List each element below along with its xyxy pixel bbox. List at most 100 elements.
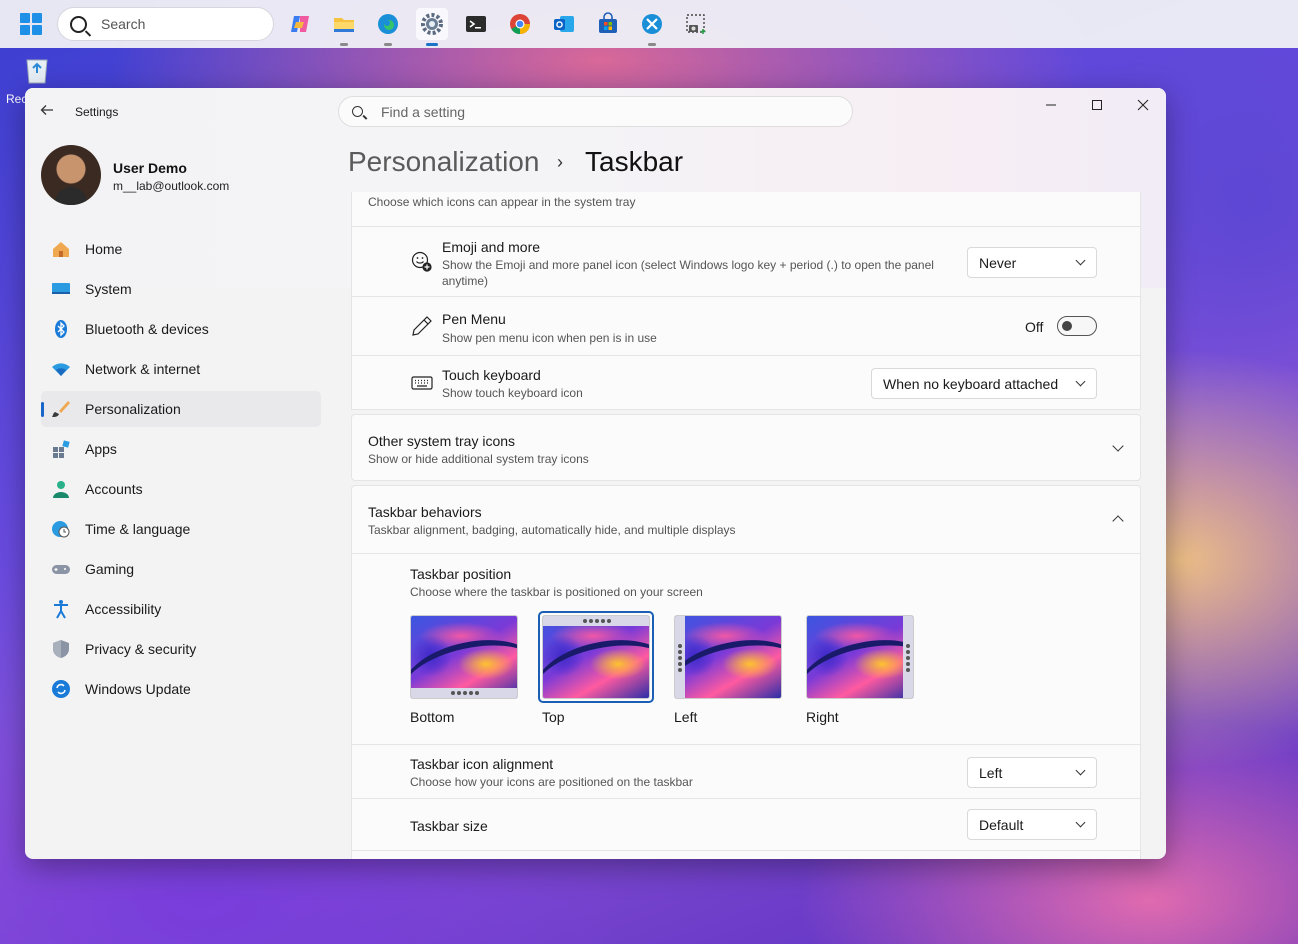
taskbar-app-settings[interactable]	[416, 8, 448, 46]
system-icon	[51, 279, 71, 299]
terminal-icon	[466, 16, 486, 32]
apps-icon	[51, 439, 71, 459]
shield-icon	[51, 639, 71, 659]
sidebar-item-apps[interactable]: Apps	[41, 431, 321, 467]
back-arrow-icon[interactable]	[39, 102, 55, 123]
position-title: Taskbar position	[410, 566, 512, 582]
sidebar-item-home[interactable]: Home	[41, 231, 321, 267]
position-label-left: Left	[674, 709, 698, 725]
snapshot-icon	[686, 14, 706, 34]
wifi-icon	[51, 359, 71, 379]
find-setting-search[interactable]: Find a setting	[338, 96, 853, 127]
taskbar-app-copilot[interactable]	[284, 8, 316, 40]
taskbar-search[interactable]: Search	[57, 7, 274, 41]
other-tray-icons-expander[interactable]: Other system tray icons Show or hide add…	[351, 414, 1141, 481]
taskbar-app-store[interactable]	[592, 8, 624, 40]
windows-logo-icon	[20, 13, 30, 23]
accounts-icon	[51, 479, 71, 499]
accessibility-icon	[51, 599, 71, 619]
other-tray-subtitle: Show or hide additional system tray icon…	[368, 452, 589, 466]
taskbar-position-section: Taskbar position Choose where the taskba…	[351, 553, 1141, 745]
chevron-down-icon	[1112, 440, 1124, 452]
chevron-down-icon	[1075, 255, 1086, 266]
brush-icon	[51, 399, 71, 419]
user-name: User Demo	[113, 160, 187, 176]
chevron-down-icon	[1075, 765, 1086, 776]
settings-content: Choose which icons can appear in the sys…	[351, 192, 1141, 859]
taskbar-app-snapshot[interactable]	[680, 8, 712, 40]
sidebar-item-gaming[interactable]: Gaming	[41, 551, 321, 587]
home-icon	[51, 239, 71, 259]
sidebar-item-system[interactable]: System	[41, 271, 321, 307]
position-label-right: Right	[806, 709, 839, 725]
system-tray-subtitle: Choose which icons can appear in the sys…	[368, 195, 636, 209]
taskbar-app-snipping[interactable]	[636, 8, 668, 46]
snipping-tool-icon	[642, 14, 662, 34]
emoji-title: Emoji and more	[442, 239, 541, 255]
touch-keyboard-title: Touch keyboard	[442, 367, 541, 383]
position-option-right[interactable]	[806, 615, 914, 699]
pen-menu-row: Pen Menu Show pen menu icon when pen is …	[351, 296, 1141, 356]
breadcrumb-parent[interactable]: Personalization	[348, 146, 539, 178]
taskbar-app-edge[interactable]	[372, 8, 404, 46]
emoji-row: Emoji and more Show the Emoji and more p…	[351, 226, 1141, 297]
sidebar-item-privacy[interactable]: Privacy & security	[41, 631, 321, 667]
alignment-dropdown[interactable]: Left	[967, 757, 1097, 788]
chrome-icon	[510, 14, 530, 35]
globe-clock-icon	[51, 519, 71, 539]
emoji-dropdown[interactable]: Never	[967, 247, 1097, 278]
keyboard-icon	[411, 372, 433, 394]
copilot-icon	[291, 16, 309, 32]
chevron-down-icon	[1075, 376, 1086, 387]
taskbar-size-row: Taskbar size Default	[351, 798, 1141, 851]
window-title: Settings	[75, 105, 119, 119]
position-option-top[interactable]	[542, 615, 650, 699]
sidebar-item-personalization[interactable]: Personalization	[41, 391, 321, 427]
taskbar-app-file-explorer[interactable]	[328, 8, 360, 46]
next-row-partial	[351, 850, 1141, 859]
outlook-icon	[554, 16, 574, 32]
pen-menu-subtitle: Show pen menu icon when pen is in use	[442, 331, 657, 345]
sidebar-item-windows-update[interactable]: Windows Update	[41, 671, 321, 707]
avatar[interactable]	[41, 145, 101, 205]
sidebar-item-network[interactable]: Network & internet	[41, 351, 321, 387]
position-option-bottom[interactable]	[410, 615, 518, 699]
icon-alignment-row: Taskbar icon alignment Choose how your i…	[351, 744, 1141, 799]
other-tray-title: Other system tray icons	[368, 433, 516, 449]
chevron-down-icon	[1075, 817, 1086, 828]
touch-keyboard-dropdown[interactable]: When no keyboard attached	[871, 368, 1097, 399]
minimize-icon	[1046, 104, 1056, 106]
emoji-icon	[411, 251, 433, 273]
sidebar-item-bluetooth[interactable]: Bluetooth & devices	[41, 311, 321, 347]
size-dropdown[interactable]: Default	[967, 809, 1097, 840]
taskbar-app-terminal[interactable]	[460, 8, 492, 40]
maximize-button[interactable]	[1074, 94, 1120, 116]
search-icon	[70, 15, 87, 33]
position-option-left[interactable]	[674, 615, 782, 699]
taskbar-app-outlook[interactable]	[548, 8, 580, 40]
update-icon	[51, 679, 71, 699]
taskbar-app-chrome[interactable]	[504, 8, 536, 40]
minimize-button[interactable]	[1028, 94, 1074, 116]
close-button[interactable]	[1120, 94, 1166, 116]
system-tray-icons-header[interactable]: Choose which icons can appear in the sys…	[351, 192, 1141, 227]
sidebar-item-accessibility[interactable]: Accessibility	[41, 591, 321, 627]
taskbar: Search	[0, 0, 1298, 48]
sidebar-item-accounts[interactable]: Accounts	[41, 471, 321, 507]
file-explorer-icon	[334, 18, 354, 32]
bluetooth-icon	[51, 319, 71, 339]
position-label-bottom: Bottom	[410, 709, 455, 725]
taskbar-behaviors-expander[interactable]: Taskbar behaviors Taskbar alignment, bad…	[351, 485, 1141, 554]
recycle-bin-icon[interactable]	[24, 56, 50, 84]
gamepad-icon	[51, 559, 71, 579]
touch-keyboard-subtitle: Show touch keyboard icon	[442, 386, 583, 400]
emoji-subtitle: Show the Emoji and more panel icon (sele…	[442, 258, 934, 272]
pen-menu-toggle[interactable]	[1057, 316, 1097, 336]
breadcrumb-separator: ›	[557, 152, 563, 172]
emoji-subtitle-cont: anytime)	[442, 274, 489, 288]
pen-menu-title: Pen Menu	[442, 311, 506, 327]
start-button[interactable]	[20, 13, 42, 35]
chevron-up-icon	[1112, 515, 1124, 527]
edge-icon	[378, 14, 398, 34]
sidebar-item-time-language[interactable]: Time & language	[41, 511, 321, 547]
